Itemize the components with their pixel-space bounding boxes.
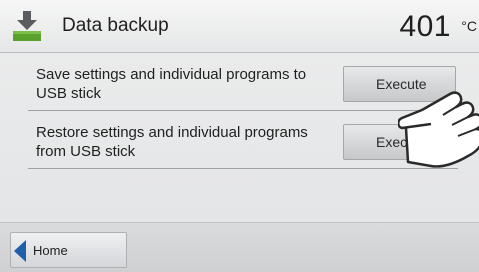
footer-bar: Home xyxy=(0,222,479,272)
save-settings-row: Save settings and individual programs to… xyxy=(28,58,458,111)
temperature-readout: 401 xyxy=(399,10,451,43)
save-settings-label: Save settings and individual programs to… xyxy=(36,66,307,102)
home-label: Home xyxy=(33,243,68,258)
page-title: Data backup xyxy=(62,15,169,36)
save-execute-button[interactable]: Execute xyxy=(343,66,456,102)
restore-execute-button[interactable]: Execute xyxy=(343,124,456,160)
restore-settings-label: Restore settings and individual programs… xyxy=(36,124,308,160)
temperature-unit: °C xyxy=(461,18,477,34)
header-bar: Data backup 401 °C xyxy=(0,0,479,53)
screen: Data backup 401 °C Save settings and ind… xyxy=(0,0,479,272)
download-to-device-icon xyxy=(13,11,41,41)
restore-settings-row: Restore settings and individual programs… xyxy=(28,116,458,169)
back-arrow-icon xyxy=(14,240,26,262)
home-button[interactable]: Home xyxy=(10,232,127,268)
